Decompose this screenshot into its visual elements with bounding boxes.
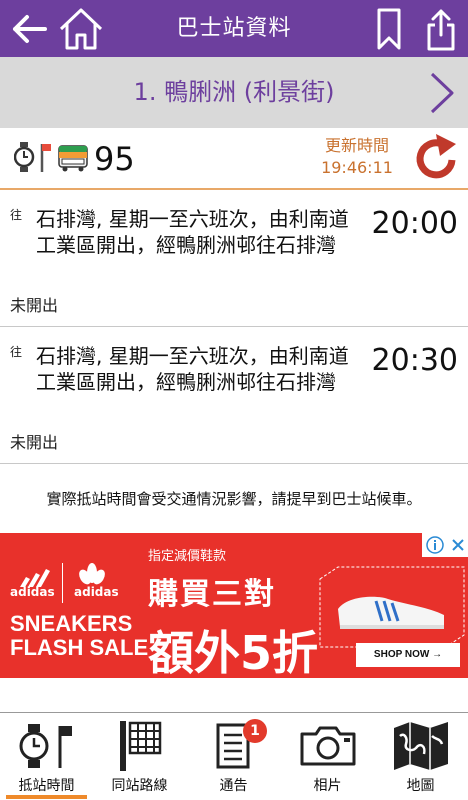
trefoil-logo-icon bbox=[79, 563, 105, 585]
nav-label: 抵站時間 bbox=[18, 778, 75, 794]
nav-label: 地圖 bbox=[406, 778, 435, 794]
eta-item: 往 石排灣, 星期一至六班次，由利南道工業區開出，經鴨脷洲邨往石排灣 20:00… bbox=[0, 190, 468, 327]
eta-description: 石排灣, 星期一至六班次，由利南道工業區開出，經鴨脷洲邨往石排灣 bbox=[36, 207, 349, 257]
eta-time: 20:30 bbox=[371, 343, 458, 378]
tab-notices[interactable]: 1 通告 bbox=[187, 713, 280, 800]
eta-time: 20:00 bbox=[371, 206, 458, 241]
nav-label: 同站路線 bbox=[111, 778, 168, 794]
stop-name: 1. 鴨脷洲 (利景街) bbox=[133, 78, 335, 106]
eta-direction: 往 bbox=[10, 208, 23, 222]
ad-headline-1: SNEAKERS bbox=[10, 611, 133, 636]
ad-divider bbox=[62, 563, 63, 603]
header-bar: 巴士站資料 bbox=[0, 0, 468, 57]
nav-label: 相片 bbox=[313, 778, 342, 794]
notice-text: 實際抵站時間會受交通情況影響，請提早到巴士站候車。 bbox=[46, 490, 422, 508]
camera-icon bbox=[300, 726, 355, 766]
eta-direction: 往 bbox=[10, 345, 23, 359]
bottom-nav: 抵站時間 同站路線 1 通告 相片 地圖 bbox=[0, 712, 468, 800]
update-time: 19:46:11 bbox=[321, 158, 393, 177]
ad-promo-small: 指定減價鞋款 bbox=[148, 549, 227, 564]
active-tab-indicator bbox=[6, 795, 87, 799]
chevron-right-icon bbox=[430, 72, 454, 114]
next-stop-button[interactable] bbox=[428, 71, 456, 115]
shop-now-button[interactable]: SHOP NOW → bbox=[356, 643, 460, 667]
nav-label: 通告 bbox=[219, 778, 248, 794]
stop-eta-icon bbox=[19, 724, 72, 768]
route-list-icon bbox=[119, 721, 161, 771]
stop-bar: 1. 鴨脷洲 (利景街) bbox=[0, 57, 468, 128]
tab-eta[interactable]: 抵站時間 bbox=[0, 713, 93, 800]
bookmark-icon bbox=[377, 8, 401, 49]
ad-info-icon[interactable] bbox=[425, 536, 444, 554]
refresh-icon[interactable] bbox=[412, 134, 460, 182]
ad-banner[interactable]: adidas adidas 指定減價鞋款 購買三對 SNEAKERS FLASH… bbox=[0, 533, 468, 678]
eta-status: 未開出 bbox=[10, 433, 59, 452]
bus-icon bbox=[58, 145, 88, 172]
ad-brand-2: adidas bbox=[74, 585, 119, 599]
eta-item: 往 石排灣, 星期一至六班次，由利南道工業區開出，經鴨脷洲邨往石排灣 20:30… bbox=[0, 327, 468, 464]
tab-map[interactable]: 地圖 bbox=[374, 713, 467, 800]
eta-status: 未開出 bbox=[10, 296, 59, 315]
ad-brand-1: adidas bbox=[10, 585, 55, 599]
watch-stop-icon bbox=[14, 142, 51, 172]
eta-description: 石排灣, 星期一至六班次，由利南道工業區開出，經鴨脷洲邨往石排灣 bbox=[36, 344, 349, 394]
update-label: 更新時間 bbox=[324, 136, 389, 155]
share-button[interactable] bbox=[424, 0, 458, 57]
route-number: 95 bbox=[94, 140, 135, 178]
map-icon bbox=[393, 722, 448, 770]
tab-routes[interactable]: 同站路線 bbox=[93, 713, 186, 800]
ad-promo-big: 購買三對 bbox=[148, 577, 276, 612]
ad-discount: 額外5折 bbox=[148, 626, 319, 678]
tab-photos[interactable]: 相片 bbox=[281, 713, 374, 800]
ad-info-bar bbox=[422, 533, 468, 557]
ad-close-icon[interactable] bbox=[451, 538, 465, 552]
sneaker-box-icon bbox=[319, 566, 465, 648]
share-icon bbox=[427, 9, 455, 50]
bookmark-button[interactable] bbox=[374, 0, 404, 57]
notification-badge: 1 bbox=[243, 719, 267, 743]
ad-headline-2: FLASH SALE bbox=[10, 635, 149, 660]
